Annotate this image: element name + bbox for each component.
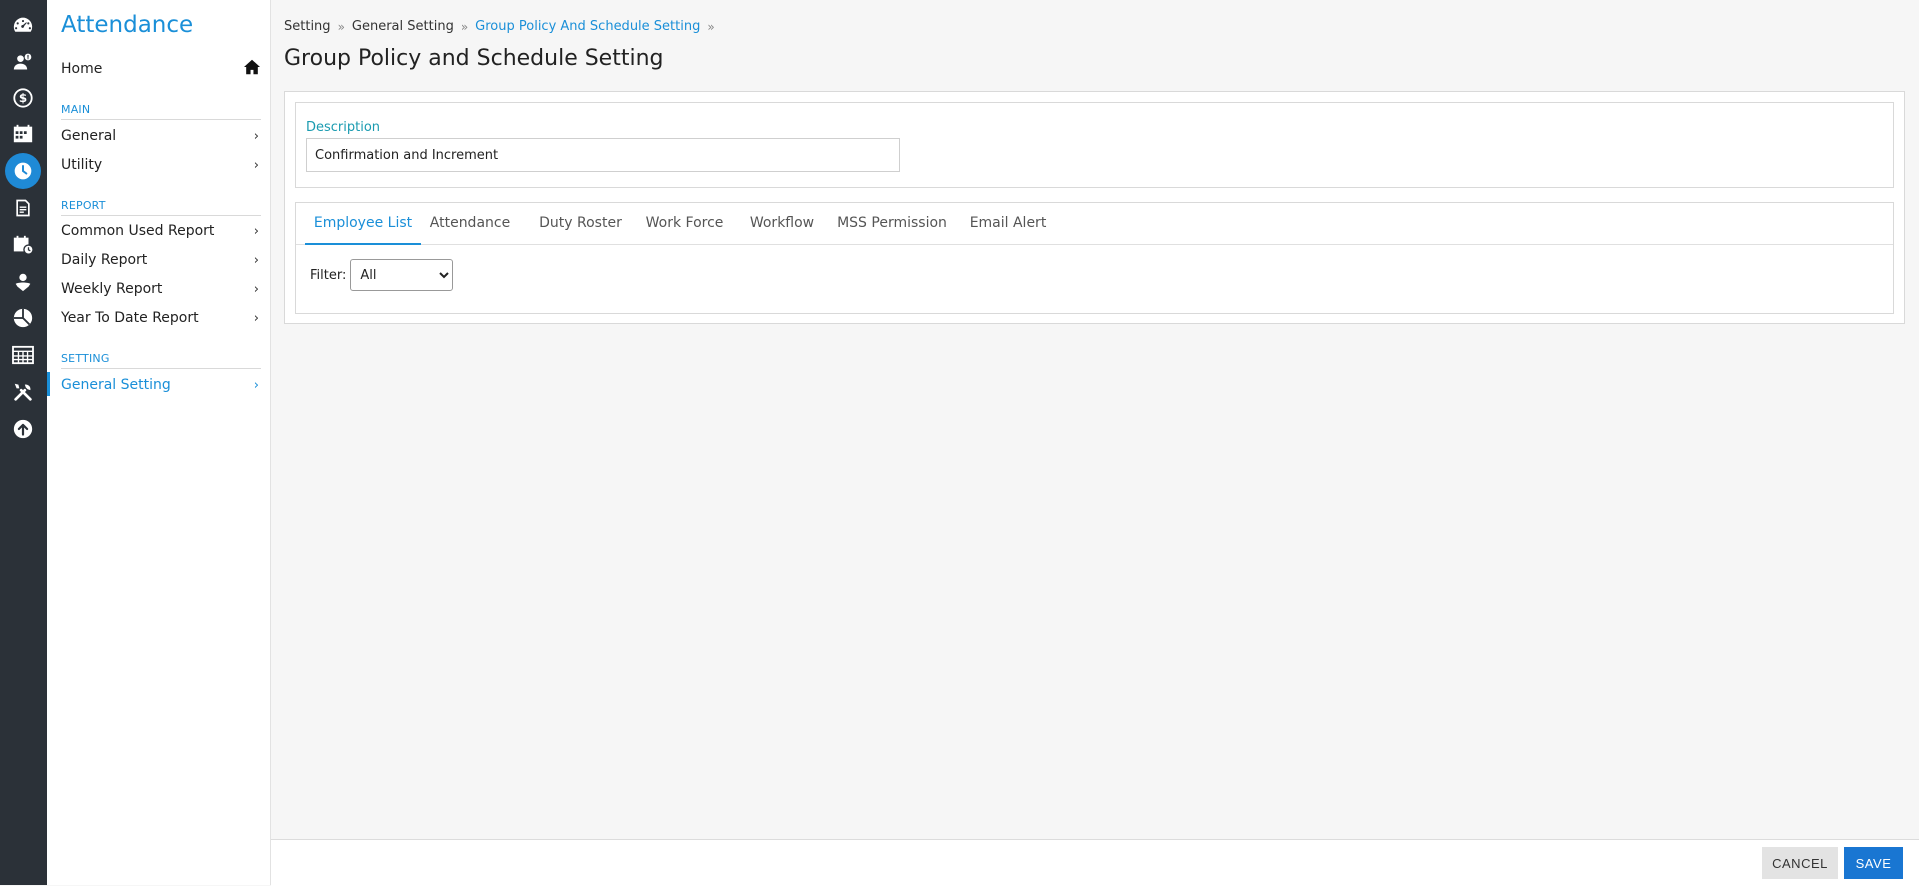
breadcrumb-separator-icon: » — [460, 19, 469, 34]
calendar-icon[interactable] — [4, 116, 42, 152]
app-icon-rail: $ — [0, 0, 47, 885]
chevron-right-icon: › — [253, 310, 259, 326]
save-button[interactable]: SAVE — [1844, 847, 1903, 879]
section-header-setting: SETTING — [61, 352, 261, 369]
sidebar-item-general[interactable]: General › — [61, 125, 261, 147]
sidebar-item-label: Utility — [61, 157, 103, 173]
description-label: Description — [306, 120, 381, 135]
page-title: Group Policy and Schedule Setting — [284, 46, 664, 71]
tab-mss-permission[interactable]: MSS Permission — [835, 203, 949, 244]
chevron-right-icon: › — [253, 281, 259, 297]
breadcrumb-separator-icon: » — [337, 19, 345, 34]
dashboard-icon[interactable] — [4, 7, 42, 43]
leave-calendar-icon[interactable] — [4, 227, 42, 263]
upload-icon[interactable] — [4, 411, 42, 447]
tab-work-force[interactable]: Work Force — [642, 203, 727, 244]
people-icon[interactable] — [4, 264, 42, 300]
sidebar-item-common-used-report[interactable]: Common Used Report › — [61, 220, 261, 242]
tab-email-alert[interactable]: Email Alert — [966, 203, 1050, 244]
filter-select[interactable]: All — [350, 259, 454, 291]
tab-attendance[interactable]: Attendance — [429, 203, 511, 244]
attendance-clock-icon[interactable] — [4, 153, 42, 189]
description-input[interactable] — [306, 138, 900, 172]
section-header-report: REPORT — [61, 199, 261, 216]
table-icon[interactable] — [4, 337, 42, 373]
breadcrumb-setting[interactable]: Setting — [284, 19, 331, 34]
chevron-right-icon: › — [253, 252, 259, 268]
section-header-main: MAIN — [61, 103, 261, 120]
description-panel: Description — [295, 102, 1894, 188]
home-icon — [243, 59, 261, 79]
main-content: Setting » General Setting » Group Policy… — [271, 0, 1919, 885]
breadcrumb-separator-icon: » — [707, 19, 715, 34]
payroll-icon[interactable]: $ — [4, 80, 42, 116]
sidebar-item-weekly-report[interactable]: Weekly Report › — [61, 278, 261, 300]
tab-bar: Employee List Attendance Duty Roster Wor… — [296, 203, 1893, 245]
chevron-right-icon: › — [253, 128, 259, 144]
app-title: Attendance — [61, 12, 194, 38]
tab-duty-roster[interactable]: Duty Roster — [537, 203, 624, 244]
breadcrumb: Setting » General Setting » Group Policy… — [284, 19, 715, 34]
filter-row: Filter: All — [310, 259, 454, 291]
sidebar-item-label: Common Used Report — [61, 223, 215, 239]
sidebar-item-daily-report[interactable]: Daily Report › — [61, 249, 261, 271]
cancel-button[interactable]: CANCEL — [1762, 847, 1838, 879]
chevron-right-icon: › — [253, 157, 259, 173]
sidebar-item-year-to-date-report[interactable]: Year To Date Report › — [61, 307, 261, 329]
tab-workflow[interactable]: Workflow — [745, 203, 819, 244]
active-indicator — [47, 372, 50, 396]
sidebar-item-utility[interactable]: Utility › — [61, 154, 261, 176]
settings-card: Description Employee List Attendance Dut… — [284, 91, 1905, 324]
sidebar-item-label: General Setting — [61, 377, 171, 393]
sidebar-item-label: General — [61, 128, 117, 144]
employee-icon[interactable] — [4, 44, 42, 80]
sidebar-item-home[interactable]: Home — [61, 58, 261, 80]
breadcrumb-current[interactable]: Group Policy And Schedule Setting — [475, 19, 700, 34]
sidebar-item-label: Year To Date Report — [61, 310, 199, 326]
tab-employee-list[interactable]: Employee List — [305, 203, 421, 245]
breadcrumb-general-setting[interactable]: General Setting — [352, 19, 454, 34]
document-icon[interactable] — [4, 190, 42, 226]
analytics-icon[interactable] — [4, 300, 42, 336]
tools-icon[interactable] — [4, 374, 42, 410]
chevron-right-icon: › — [253, 223, 259, 239]
chevron-right-icon: › — [253, 377, 259, 393]
sidebar-item-label: Daily Report — [61, 252, 148, 268]
sidebar-item-general-setting[interactable]: General Setting › — [61, 374, 261, 396]
sidebar-item-label: Weekly Report — [61, 281, 163, 297]
action-footer: CANCEL SAVE — [271, 839, 1919, 886]
tabs-panel: Employee List Attendance Duty Roster Wor… — [295, 202, 1894, 314]
svg-text:$: $ — [19, 91, 27, 105]
filter-label: Filter: — [310, 267, 347, 283]
sidebar: Attendance Home MAIN General › Utility ›… — [47, 0, 271, 885]
sidebar-item-label: Home — [61, 61, 103, 77]
